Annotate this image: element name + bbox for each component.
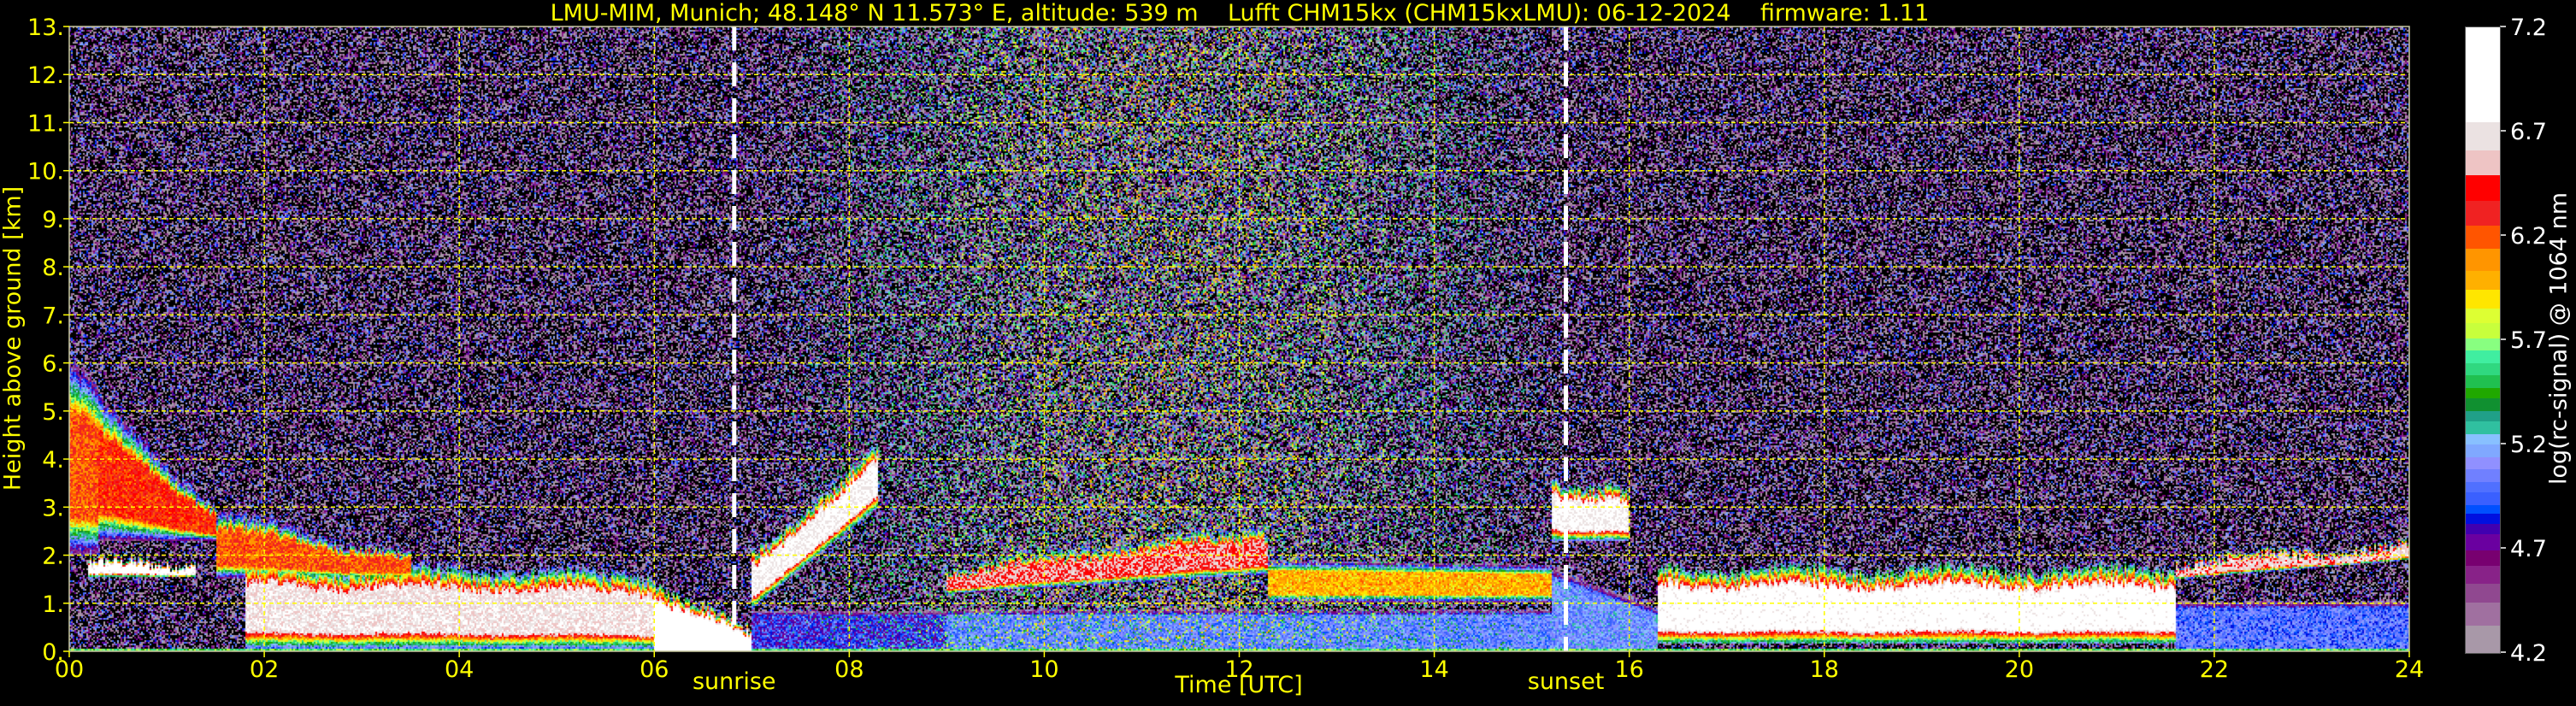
colorbar [2465, 26, 2501, 654]
y-tick-label: 7. [42, 303, 64, 329]
colorbar-bin [2466, 122, 2500, 151]
colorbar-bin [2466, 375, 2500, 389]
colorbar-bin [2466, 309, 2500, 324]
colorbar-bin [2466, 362, 2500, 376]
x-tick-label: 14 [1419, 656, 1448, 683]
y-tick-label: 3. [42, 495, 64, 521]
x-tick-label: 02 [250, 656, 279, 683]
x-tick-label: 06 [640, 656, 669, 683]
colorbar-label: log(rc-signal) @ 1064 nm [2545, 191, 2573, 485]
colorbar-tick-label: 6.2 [2510, 223, 2547, 250]
colorbar-bin [2466, 27, 2500, 123]
colorbar-bin [2466, 550, 2500, 567]
colorbar-bin [2466, 565, 2500, 585]
colorbar-bin [2466, 410, 2500, 422]
y-tick-label: 11. [27, 110, 64, 137]
colorbar-bin [2466, 421, 2500, 435]
colorbar-bin [2466, 469, 2500, 483]
colorbar-bin [2466, 248, 2500, 272]
y-tick-label: 2. [42, 544, 64, 570]
colorbar-bin [2466, 433, 2500, 445]
y-tick-label: 1. [42, 591, 64, 618]
colorbar-bin [2466, 338, 2500, 351]
y-tick-label: 13. [27, 15, 64, 41]
colorbar-bin [2466, 398, 2500, 412]
colorbar-bin [2466, 504, 2500, 514]
colorbar-bin [2466, 492, 2500, 506]
x-tick-label: 10 [1029, 656, 1058, 683]
colorbar-tick-label: 4.7 [2510, 536, 2547, 562]
colorbar-bin [2466, 323, 2500, 339]
x-tick-label: 08 [834, 656, 864, 683]
colorbar-bin [2466, 456, 2500, 470]
colorbar-bin [2466, 513, 2500, 525]
y-tick-label: 5. [42, 399, 64, 426]
colorbar-tick-label: 5.7 [2510, 327, 2547, 354]
colorbar-bin [2466, 175, 2500, 201]
x-tick-label: 24 [2395, 656, 2424, 683]
x-tick-label: 16 [1614, 656, 1643, 683]
colorbar-bin [2466, 271, 2500, 291]
colorbar-tick-label: 6.7 [2510, 119, 2547, 145]
colorbar-bin [2466, 388, 2500, 399]
y-tick-label: 4. [42, 447, 64, 474]
colorbar-bin [2466, 481, 2500, 493]
colorbar-bin [2466, 523, 2500, 535]
colorbar-tick-label: 5.2 [2510, 432, 2547, 458]
y-axis-label: Height above ground [km] [0, 185, 27, 491]
colorbar-bin [2466, 444, 2500, 458]
colorbar-bin [2466, 150, 2500, 176]
colorbar-tick-label: 4.2 [2510, 640, 2547, 667]
colorbar-bin [2466, 225, 2500, 250]
sunset-label: sunset [1527, 668, 1605, 695]
y-tick-label: 8. [42, 255, 64, 281]
y-tick-label: 6. [42, 351, 64, 378]
x-tick-label: 20 [2005, 656, 2034, 683]
axes-overlay: 00 02 04 06 08 10 12 14 16 18 20 22 240.1.2.3.4.5.6.… [27, 15, 2547, 683]
y-tick-label: 12. [27, 62, 64, 89]
x-tick-label: 18 [1810, 656, 1839, 683]
x-tick-label: 22 [2200, 656, 2229, 683]
colorbar-bin [2466, 350, 2500, 364]
colorbar-bin [2466, 584, 2500, 603]
colorbar-bin [2466, 603, 2500, 627]
colorbar-bin [2466, 290, 2500, 309]
y-tick-label: 10. [27, 159, 64, 185]
colorbar-tick-label: 7.2 [2510, 15, 2547, 41]
y-tick-label: 0. [42, 639, 64, 666]
colorbar-bin [2466, 200, 2500, 227]
colorbar-bin [2466, 626, 2500, 654]
x-tick-label: 04 [445, 656, 474, 683]
x-axis-label: Time [UTC] [1175, 672, 1303, 698]
colorbar-bin [2466, 533, 2500, 551]
y-tick-label: 9. [42, 207, 64, 233]
sunrise-label: sunrise [692, 668, 776, 695]
